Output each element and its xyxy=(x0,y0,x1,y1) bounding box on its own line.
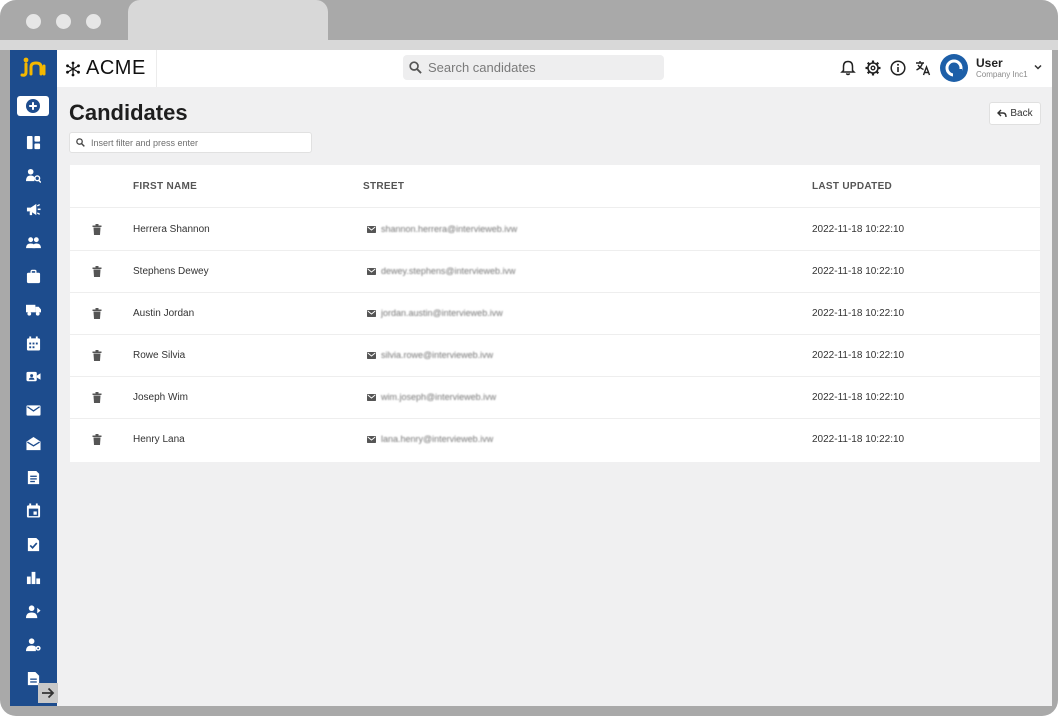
browser-toolbar xyxy=(0,40,1058,50)
candidate-email[interactable]: shannon.herrera@intervieweb.ivw xyxy=(381,224,517,234)
filter-search-icon xyxy=(76,138,85,147)
candidate-name[interactable]: Herrera Shannon xyxy=(133,224,210,235)
user-name[interactable]: User xyxy=(976,56,1003,70)
candidate-email[interactable]: dewey.stephens@intervieweb.ivw xyxy=(381,266,516,276)
task-icon[interactable] xyxy=(25,536,42,553)
candidate-name[interactable]: Stephens Dewey xyxy=(133,266,209,277)
back-button[interactable]: Back xyxy=(989,102,1041,125)
last-updated: 2022-11-18 10:22:10 xyxy=(812,308,905,319)
plus-circle-icon xyxy=(26,99,40,113)
sidebar xyxy=(10,50,58,706)
last-updated: 2022-11-18 10:22:10 xyxy=(812,350,905,361)
table-row[interactable]: Joseph Wim wim.joseph@intervieweb.ivw 20… xyxy=(70,377,1040,419)
column-header-first-name[interactable]: FIRST NAME xyxy=(133,181,197,192)
envelope-icon xyxy=(367,352,376,359)
column-header-last-updated[interactable]: LAST UPDATED xyxy=(812,181,892,192)
envelope-icon xyxy=(367,394,376,401)
filter-bar[interactable] xyxy=(69,132,312,153)
delete-icon[interactable] xyxy=(92,392,102,403)
candidate-name[interactable]: Henry Lana xyxy=(133,434,185,445)
info-icon[interactable] xyxy=(890,60,906,76)
sidebar-expand-button[interactable] xyxy=(38,683,58,703)
candidate-email[interactable]: silvia.rowe@intervieweb.ivw xyxy=(381,350,493,360)
candidate-name[interactable]: Rowe Silvia xyxy=(133,350,185,361)
filter-input[interactable] xyxy=(91,137,301,148)
back-button-label: Back xyxy=(1010,108,1033,119)
reply-arrow-icon xyxy=(997,109,1008,118)
chart-icon[interactable] xyxy=(25,569,42,586)
envelope-icon xyxy=(367,310,376,317)
delete-icon[interactable] xyxy=(92,308,102,319)
bell-icon[interactable] xyxy=(840,60,856,76)
briefcase-icon[interactable] xyxy=(25,268,42,285)
event-icon[interactable] xyxy=(25,502,42,519)
last-updated: 2022-11-18 10:22:10 xyxy=(812,434,905,445)
translate-icon[interactable] xyxy=(915,60,931,76)
envelope-icon xyxy=(367,436,376,443)
candidates-table: FIRST NAME STREET LAST UPDATED Herrera S… xyxy=(70,165,1040,462)
last-updated: 2022-11-18 10:22:10 xyxy=(812,224,905,235)
search-icon xyxy=(409,61,422,74)
brand-name: ACME xyxy=(86,57,146,79)
window-minimize-dot[interactable] xyxy=(56,14,71,29)
user-manage-icon[interactable] xyxy=(25,603,42,620)
mail-icon[interactable] xyxy=(25,402,42,419)
candidate-email[interactable]: lana.henry@intervieweb.ivw xyxy=(381,434,493,444)
brand[interactable]: ACME xyxy=(57,50,157,87)
candidate-search-icon[interactable] xyxy=(25,167,42,184)
window-maximize-dot[interactable] xyxy=(86,14,101,29)
delete-icon[interactable] xyxy=(92,224,102,235)
add-new-button[interactable] xyxy=(17,96,49,116)
candidate-name[interactable]: Joseph Wim xyxy=(133,392,188,403)
people-icon[interactable] xyxy=(25,234,42,251)
table-row[interactable]: Rowe Silvia silvia.rowe@intervieweb.ivw … xyxy=(70,335,1040,377)
candidate-name[interactable]: Austin Jordan xyxy=(133,308,194,319)
user-company: Company Inc1 xyxy=(976,70,1028,79)
megaphone-icon[interactable] xyxy=(25,201,42,218)
candidate-email[interactable]: jordan.austin@intervieweb.ivw xyxy=(381,308,503,318)
truck-icon[interactable] xyxy=(25,301,42,318)
envelope-icon xyxy=(367,226,376,233)
search-bar[interactable] xyxy=(403,55,664,80)
app-logo-icon[interactable] xyxy=(20,56,48,78)
search-input[interactable] xyxy=(428,60,648,75)
window-close-dot[interactable] xyxy=(26,14,41,29)
calendar-grid-icon[interactable] xyxy=(25,335,42,352)
chevron-down-icon[interactable] xyxy=(1033,62,1043,72)
browser-tab[interactable] xyxy=(128,0,328,40)
top-bar: ACME Search candidates User Company Inc1 xyxy=(57,50,1052,87)
arrow-right-icon xyxy=(42,687,55,699)
browser-window: ACME Search candidates User Company Inc1… xyxy=(0,0,1058,716)
table-row[interactable]: Austin Jordan jordan.austin@intervieweb.… xyxy=(70,293,1040,335)
table-row[interactable]: Stephens Dewey dewey.stephens@interviewe… xyxy=(70,251,1040,293)
delete-icon[interactable] xyxy=(92,350,102,361)
page-title: Candidates xyxy=(69,100,188,125)
user-avatar-icon xyxy=(945,59,963,77)
last-updated: 2022-11-18 10:22:10 xyxy=(812,266,905,277)
avatar[interactable] xyxy=(940,54,968,82)
gear-icon[interactable] xyxy=(865,60,881,76)
envelope-icon xyxy=(367,268,376,275)
column-header-street[interactable]: STREET xyxy=(363,181,404,192)
delete-icon[interactable] xyxy=(92,434,102,445)
table-row[interactable]: Herrera Shannon shannon.herrera@intervie… xyxy=(70,209,1040,251)
last-updated: 2022-11-18 10:22:10 xyxy=(812,392,905,403)
drafts-icon[interactable] xyxy=(25,435,42,452)
dashboard-icon[interactable] xyxy=(25,134,42,151)
video-icon[interactable] xyxy=(25,368,42,385)
table-header: FIRST NAME STREET LAST UPDATED xyxy=(70,165,1040,208)
delete-icon[interactable] xyxy=(92,266,102,277)
candidate-email[interactable]: wim.joseph@intervieweb.ivw xyxy=(381,392,496,402)
document-icon[interactable] xyxy=(25,469,42,486)
table-row[interactable]: Henry Lana lana.henry@intervieweb.ivw 20… xyxy=(70,419,1040,461)
user-settings-icon[interactable] xyxy=(25,636,42,653)
brand-mark-icon xyxy=(66,61,80,76)
app-viewport: ACME Search candidates User Company Inc1… xyxy=(10,50,1052,706)
